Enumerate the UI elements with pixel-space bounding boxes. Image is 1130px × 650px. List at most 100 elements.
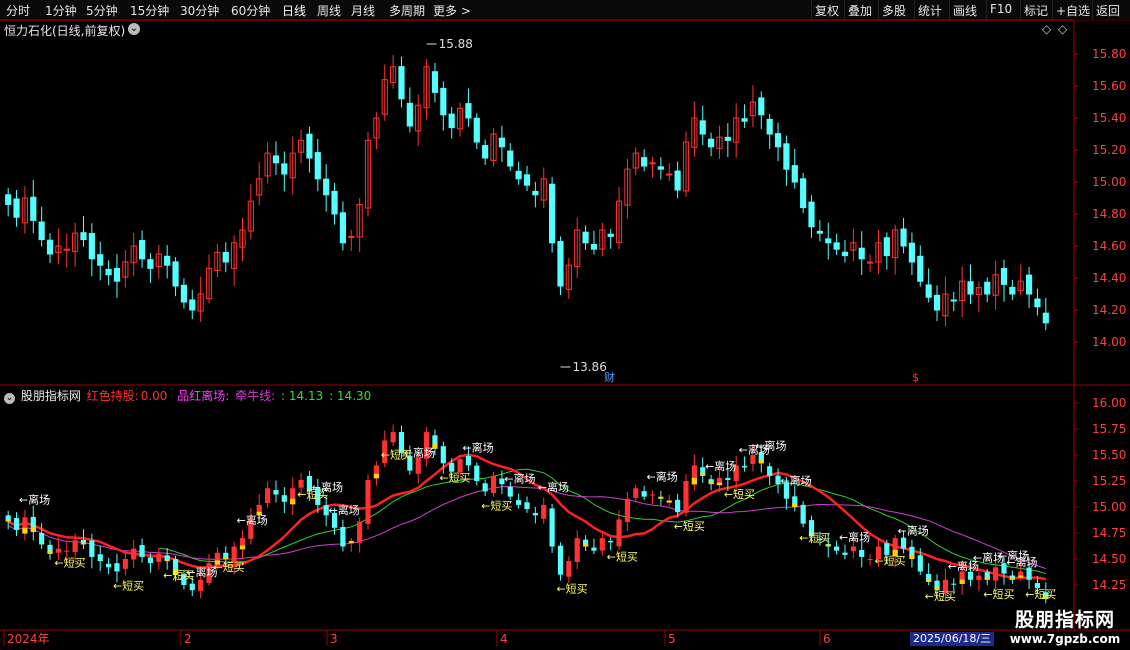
main-y-tick: 14.80 xyxy=(1092,207,1126,221)
ind-candle-body xyxy=(273,490,279,495)
watermark: 股朋指标网 www.7gpzb.com xyxy=(1006,605,1124,646)
candle-body xyxy=(1042,312,1049,324)
candle-body xyxy=(97,254,104,266)
exit-tag: ←离场 xyxy=(780,474,811,488)
ind-candle-body xyxy=(549,508,555,547)
ind-y-tick: 14.75 xyxy=(1092,526,1126,540)
watermark-title: 股朋指标网 xyxy=(1014,609,1115,631)
exit-tag: ←离场 xyxy=(898,524,929,538)
ind-candle-highlight xyxy=(691,477,697,485)
candle-body xyxy=(783,143,790,170)
ind-candle-highlight xyxy=(1009,577,1015,580)
ind-candle-body xyxy=(566,561,572,577)
ind-candle-highlight xyxy=(825,544,831,547)
main-y-tick: 14.40 xyxy=(1092,271,1126,285)
ind-candle-highlight xyxy=(22,527,28,534)
main-y-tick: 15.40 xyxy=(1092,111,1126,125)
buy-tag: ←短买 xyxy=(297,487,328,501)
ind-y-tick: 15.25 xyxy=(1092,474,1126,488)
candle-body xyxy=(708,138,715,148)
candle-body xyxy=(138,240,146,260)
ind-candle-body xyxy=(516,500,522,505)
ind-candle-body xyxy=(89,540,95,557)
ind-candle-highlight xyxy=(47,550,53,554)
candle-body xyxy=(950,299,957,302)
candle-body xyxy=(758,97,765,116)
candle-body xyxy=(323,178,330,196)
candle-body xyxy=(816,230,823,234)
candle-body xyxy=(833,242,840,250)
ind-candle-highlight xyxy=(700,472,706,476)
ind-candle-body xyxy=(264,488,271,504)
candle-body xyxy=(189,299,196,311)
candle-body xyxy=(314,152,321,180)
ind-candle-body xyxy=(64,550,70,552)
ind-candle-highlight xyxy=(290,498,296,505)
candle-body xyxy=(46,239,54,255)
candle-body xyxy=(5,194,12,205)
candle-body xyxy=(766,118,773,135)
candle-body xyxy=(649,162,656,165)
candle-body xyxy=(222,251,229,263)
time-label: 5 xyxy=(668,632,676,646)
ind-candle-body xyxy=(633,488,639,498)
ind-candle-body xyxy=(524,502,530,510)
ind-candle-body xyxy=(900,537,907,549)
ind-candle-body xyxy=(1026,567,1032,580)
main-y-tick: 15.00 xyxy=(1092,175,1126,189)
buy-tag: ←短买 xyxy=(381,447,412,461)
ind-candle-body xyxy=(55,548,61,553)
candle-body xyxy=(841,251,849,257)
candle-body xyxy=(641,157,648,167)
candle-body xyxy=(498,137,505,148)
ind-y-tick: 16.00 xyxy=(1092,396,1126,410)
ind-candle-body xyxy=(97,554,103,562)
ind-candle-body xyxy=(365,479,371,524)
candle-body xyxy=(1000,267,1008,285)
main-y-tick: 15.60 xyxy=(1092,79,1126,93)
ind-candle-body xyxy=(390,432,396,443)
candle-body xyxy=(172,261,179,287)
ind-candle-body xyxy=(490,475,497,493)
time-label: 2024年 xyxy=(7,632,50,646)
time-label: 6 xyxy=(823,632,831,646)
candle-body xyxy=(272,155,280,164)
dividend-marker: $ xyxy=(912,371,919,384)
candle-body xyxy=(281,163,288,175)
candle-body xyxy=(164,255,171,266)
ind-candle-body xyxy=(122,559,128,569)
candle-body xyxy=(147,259,154,269)
ind-candle-body xyxy=(440,446,446,464)
ind-candle-body xyxy=(859,550,865,557)
candle-body xyxy=(699,120,706,135)
buy-tag: ←短买 xyxy=(724,487,755,501)
candle-body xyxy=(933,294,941,311)
ind-candle-body xyxy=(608,540,614,543)
candle-body xyxy=(808,201,815,228)
ind-candle-body xyxy=(725,478,731,480)
ind-candle-body xyxy=(624,498,631,523)
ind-candle-body xyxy=(675,499,681,513)
candle-body xyxy=(331,190,338,215)
candle-body xyxy=(507,150,514,167)
buy-tag: ←短买 xyxy=(439,470,470,484)
main-y-tick: 14.60 xyxy=(1092,239,1126,253)
candle-body xyxy=(1009,286,1016,295)
ind-y-tick: 14.50 xyxy=(1092,552,1126,566)
ind-candle-highlight xyxy=(80,542,87,545)
ind-y-tick: 15.50 xyxy=(1092,448,1126,462)
cursor-date: 2025/06/18/三 xyxy=(910,632,995,646)
ind-candle-body xyxy=(683,481,689,513)
time-label: 2 xyxy=(184,632,192,646)
ind-candle-body xyxy=(281,495,287,502)
chart-canvas[interactable]: 15.8813.86财 $ ←离场←离场←离场←离场←离场←离场 ←离场←离场←离场… xyxy=(0,0,1130,650)
main-y-tick: 14.00 xyxy=(1092,335,1126,349)
candle-body xyxy=(431,71,439,93)
ind-candle-body xyxy=(599,538,605,551)
ind-candle-body xyxy=(574,538,580,563)
exit-tag: ←离场 xyxy=(462,440,493,454)
ind-candle-highlight xyxy=(5,519,11,522)
time-label: 4 xyxy=(500,632,508,646)
candle-body xyxy=(582,231,589,244)
exit-tag: ←离场 xyxy=(538,480,569,494)
